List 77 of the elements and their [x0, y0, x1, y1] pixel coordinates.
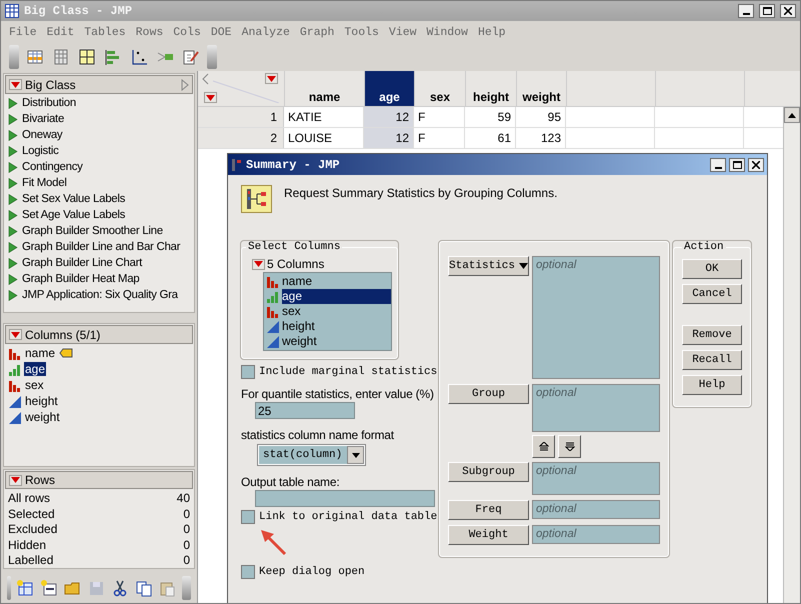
script-item[interactable]: Set Age Value Labels	[22, 209, 126, 221]
action-button[interactable]: Remove	[682, 325, 742, 345]
column-item[interactable]: name	[24, 346, 56, 360]
script-item[interactable]: Logistic	[22, 145, 59, 157]
script-item[interactable]: Graph Builder Line and Bar Char	[22, 241, 180, 253]
column-header[interactable]: age	[365, 71, 415, 106]
input-field[interactable]: 25	[255, 402, 355, 419]
menu-item[interactable]: File	[4, 26, 42, 38]
action-button[interactable]: Recall	[682, 350, 742, 370]
column-item[interactable]: height	[282, 319, 391, 334]
role-button[interactable]: Freq	[448, 500, 529, 520]
column-item[interactable]: weight	[24, 410, 61, 424]
menu-item[interactable]: Tables	[79, 26, 131, 38]
menu-item[interactable]: Window	[422, 26, 473, 38]
script-item[interactable]: Fit Model	[22, 177, 67, 189]
column-item[interactable]: age	[282, 289, 391, 304]
role-button[interactable]: Group	[448, 384, 529, 404]
row-state-label: Selected	[8, 506, 55, 521]
format-dropdown[interactable]: stat(column)	[258, 445, 365, 465]
instruction-text: Request Summary Statistics by Grouping Columns.	[284, 185, 558, 200]
group-legend: Action	[682, 241, 726, 253]
role-button[interactable]: Subgroup	[448, 462, 529, 482]
action-button[interactable]: Help	[682, 375, 742, 395]
column-item[interactable]: weight	[282, 334, 391, 349]
row-state-label: Hidden	[8, 538, 46, 552]
script-item[interactable]: JMP Application: Six Quality Gra	[22, 289, 178, 301]
column-item[interactable]: height	[24, 394, 59, 408]
action-button[interactable]: Cancel	[682, 284, 742, 304]
row-count: 40	[176, 491, 190, 506]
script-item[interactable]: Graph Builder Line Chart	[22, 257, 142, 269]
script-item[interactable]: Distribution	[22, 97, 76, 109]
row-state-label: Excluded	[8, 522, 58, 536]
script-item[interactable]: Contingency	[22, 161, 83, 173]
row-count: 0	[183, 553, 190, 568]
field-label: Output table name:	[241, 475, 340, 489]
menu-item[interactable]: Rows	[130, 26, 168, 38]
panel-title: Rows	[25, 473, 56, 488]
menu-item[interactable]: Analyze	[236, 26, 295, 38]
table-cell: 12	[364, 128, 414, 148]
row-state-label: Labelled	[8, 553, 54, 568]
row-number: 1	[198, 107, 284, 127]
row-count: 0	[183, 506, 190, 521]
row-count: 0	[183, 522, 190, 536]
panel-title: Big Class	[25, 78, 77, 92]
column-item[interactable]: age	[24, 362, 46, 376]
window-title: Big Class - JMP	[24, 4, 134, 18]
role-button[interactable]: Weight	[448, 525, 529, 545]
menu-item[interactable]: Tools	[339, 26, 384, 38]
script-item[interactable]: Graph Builder Smoother Line	[22, 225, 163, 237]
field-label: For quantile statistics, enter value (%)	[241, 387, 435, 401]
checkbox-label: Link to original data table	[259, 511, 438, 523]
action-button[interactable]: OK	[682, 259, 742, 279]
panel-title: Columns (5/1)	[25, 328, 102, 342]
row-state-label: All rows	[8, 491, 50, 506]
menu-item[interactable]: Help	[472, 26, 511, 38]
role-button[interactable]: Statistics	[448, 256, 529, 276]
row-number: 2	[198, 128, 284, 148]
checkbox-label: Keep dialog open	[259, 566, 365, 578]
menu-item[interactable]: Cols	[168, 26, 206, 38]
menu-item[interactable]: Edit	[42, 26, 80, 38]
row-count: 0	[183, 538, 190, 552]
column-item[interactable]: name	[282, 274, 391, 289]
script-item[interactable]: Graph Builder Heat Map	[22, 273, 140, 285]
script-item[interactable]: Oneway	[22, 129, 62, 141]
menu-item[interactable]: DOE	[206, 26, 237, 38]
checkbox-label: Include marginal statistics	[259, 366, 438, 378]
script-item[interactable]: Set Sex Value Labels	[22, 193, 126, 205]
field-label: statistics column name format	[241, 428, 395, 442]
script-item[interactable]: Bivariate	[22, 113, 64, 125]
column-item[interactable]: sex	[24, 378, 45, 392]
column-item[interactable]: sex	[282, 304, 391, 319]
menu-item[interactable]: View	[384, 26, 422, 38]
menu-item[interactable]: Graph	[294, 26, 340, 38]
column-count: 5 Columns	[267, 257, 324, 271]
dialog-title: Summary - JMP	[246, 158, 341, 172]
group-legend: Select Columns	[246, 241, 342, 253]
table-cell: 12	[364, 107, 414, 127]
